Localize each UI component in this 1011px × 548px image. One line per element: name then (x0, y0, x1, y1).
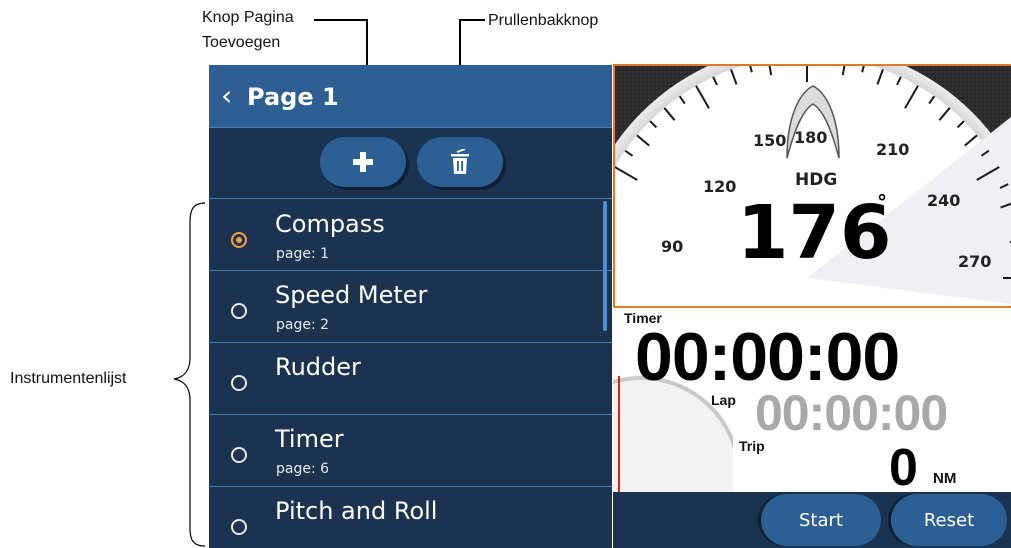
start-button[interactable]: Start (761, 494, 881, 546)
trip-unit: NM (933, 470, 957, 487)
instrument-page: page: 2 (276, 317, 330, 333)
instrument-page: page: 6 (276, 461, 330, 477)
reset-button[interactable]: Reset (891, 494, 1007, 546)
trip-value: 0 (889, 439, 918, 492)
toolbar-divider (209, 198, 612, 199)
lap-time: 00:00:00 (755, 385, 948, 441)
chevron-left-icon[interactable]: ‹ (221, 79, 232, 112)
instrument-name: Pitch and Roll (275, 497, 438, 525)
add-page-button[interactable] (320, 137, 406, 187)
instrument-panel: ‹ Page 1 Compass page: 1 Speed Meter pag… (209, 65, 612, 548)
radio-unselected[interactable] (231, 519, 247, 535)
instrument-name: Speed Meter (275, 281, 428, 309)
heading-value: 176 (737, 190, 891, 276)
radio-unselected[interactable] (231, 303, 247, 319)
instrument-page: page: 1 (276, 246, 330, 262)
scale-label: 90 (661, 237, 683, 256)
trip-label: Trip (739, 438, 765, 454)
radio-unselected[interactable] (231, 375, 247, 391)
scale-label: 210 (876, 140, 909, 159)
plus-icon (353, 152, 373, 172)
list-item-compass[interactable]: Compass page: 1 (209, 200, 604, 271)
page-header: ‹ Page 1 (209, 65, 612, 128)
heading-label: HDG (795, 170, 837, 190)
scale-label: 240 (927, 191, 960, 210)
compass-gauge: 180 150 120 90 210 240 270 HDG 176 ° (613, 64, 1011, 306)
degree-symbol: ° (877, 190, 887, 214)
trash-button[interactable] (417, 137, 503, 187)
instrument-name: Timer (275, 425, 344, 453)
list-item-pitch-and-roll[interactable]: Pitch and Roll (209, 487, 604, 548)
instrument-name: Rudder (275, 353, 361, 381)
timer-controls: Start Reset (613, 492, 1011, 548)
radio-selected[interactable] (231, 232, 247, 248)
list-item-rudder[interactable]: Rudder (209, 343, 604, 414)
scale-label: 180 (794, 128, 827, 147)
trash-icon (451, 149, 469, 174)
lap-label: Lap (711, 392, 736, 408)
list-scrollbar[interactable] (603, 201, 607, 331)
list-item-timer[interactable]: Timer page: 6 (209, 415, 604, 486)
timer-gauge: Timer 00:00:00 Lap 00:00:00 Trip 0 NM (613, 306, 1011, 492)
scale-label: 120 (703, 177, 736, 196)
page-title: Page 1 (247, 83, 339, 111)
compass-dial: 180 150 120 90 210 240 270 HDG 176 ° (615, 66, 1011, 306)
list-item-speed-meter[interactable]: Speed Meter page: 2 (209, 271, 604, 342)
scale-label: 270 (958, 252, 991, 271)
radio-unselected[interactable] (231, 447, 247, 463)
instrument-name: Compass (275, 210, 385, 238)
scale-label: 150 (753, 131, 786, 150)
instrument-preview: 180 150 120 90 210 240 270 HDG 176 ° Tim… (613, 64, 1011, 548)
